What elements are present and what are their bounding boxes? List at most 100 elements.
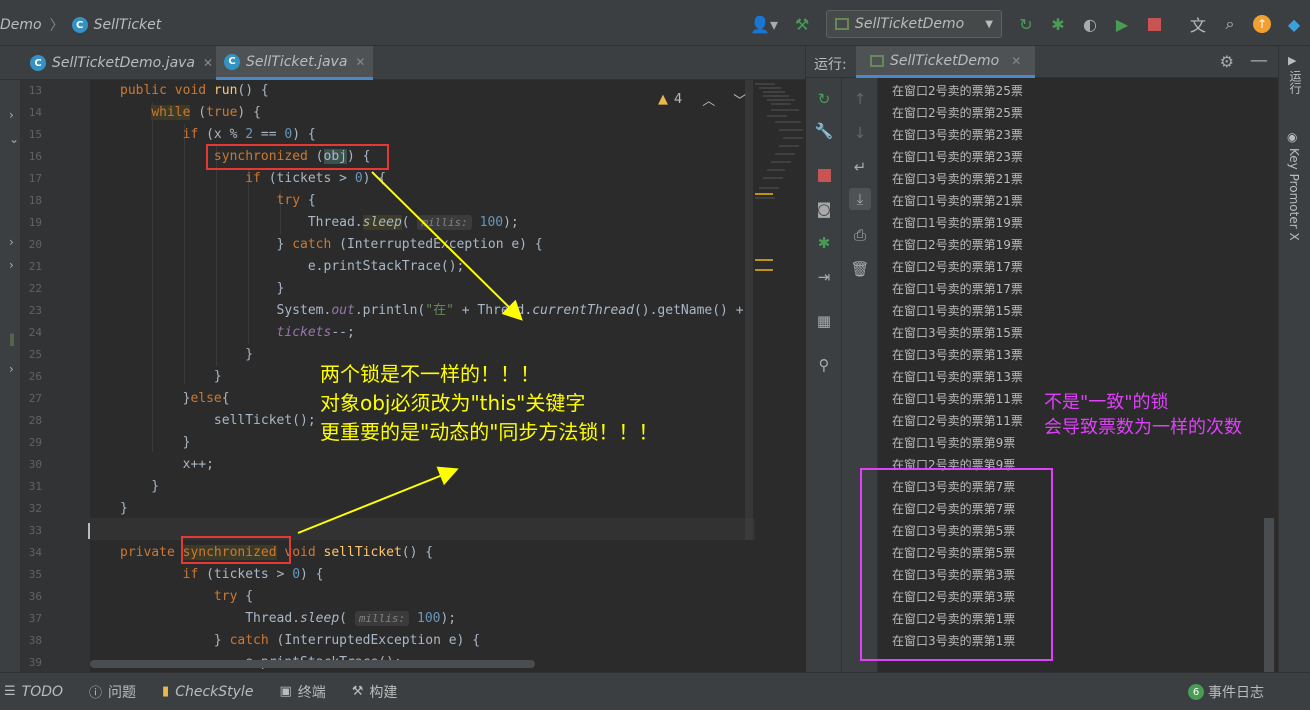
close-icon[interactable]: ✕	[203, 56, 213, 70]
event-log-label: 事件日志	[1208, 685, 1264, 701]
checkstyle-button[interactable]: ▮ CheckStyle	[162, 684, 253, 700]
arrow-down-icon[interactable]: ↓	[849, 122, 871, 144]
code-line-22: }	[120, 281, 285, 296]
debug-bug-icon[interactable]: ✱	[1044, 10, 1072, 38]
build-hammer-icon[interactable]: ⚒	[788, 10, 816, 38]
tab-sellticket[interactable]: C SellTicket.java ✕	[216, 46, 374, 80]
debug-bug-icon[interactable]: ✱	[813, 232, 835, 254]
chevron-right-icon[interactable]: ›	[9, 258, 14, 272]
editor-vertical-scrollbar[interactable]	[745, 80, 753, 540]
chevron-right-icon[interactable]: ›	[9, 108, 14, 122]
code-line-13: public void run() {	[120, 83, 269, 98]
line-number: 38	[28, 634, 42, 647]
annotation-red-box-synchronized	[181, 536, 291, 564]
code-line-23: System.out.println("在" + Thread.currentT…	[120, 303, 744, 318]
wrench-icon[interactable]: 🔧	[813, 120, 835, 142]
trash-icon[interactable]: 🗑	[849, 258, 871, 280]
breadcrumb-project[interactable]: Demo	[0, 17, 42, 33]
problems-label: 问题	[108, 684, 137, 701]
chevron-right-icon[interactable]: ›	[9, 235, 14, 249]
stop-icon[interactable]	[1140, 10, 1168, 38]
scroll-to-end-icon[interactable]: ⤓	[849, 188, 871, 210]
config-icon	[835, 18, 849, 30]
console-line: 在窗口1号卖的票第17票	[892, 282, 1023, 296]
run-tab-sellticketdemo[interactable]: SellTicketDemo ✕	[856, 46, 1036, 78]
code-line-29: }	[120, 435, 191, 450]
chevron-right-icon[interactable]: ›	[9, 362, 14, 376]
close-icon[interactable]: ✕	[1011, 54, 1021, 68]
console-line: 在窗口1号卖的票第9票	[892, 436, 1016, 450]
code-line-26: }	[120, 369, 222, 384]
update-icon[interactable]: ↑	[1248, 10, 1276, 38]
todo-button[interactable]: ☰ TODO	[4, 684, 63, 700]
pin-icon[interactable]: ⚲	[813, 354, 835, 376]
terminal-icon: ▣	[279, 684, 292, 699]
code-line-27: }else{	[120, 391, 230, 406]
code-line-37: Thread.sleep( millis: 100);	[120, 611, 457, 626]
code-line-17: if (tickets > 0) {	[245, 171, 387, 186]
stop-icon[interactable]	[813, 164, 835, 186]
line-number: 20	[28, 238, 42, 251]
terminal-button[interactable]: ▣ 终端	[279, 682, 325, 702]
right-tool-strip: ▶ 运行 ◉ Key Promoter X	[1278, 46, 1310, 672]
tab-sellticketdemo[interactable]: C SellTicketDemo.java ✕	[22, 46, 221, 80]
plugin-logo-icon[interactable]: ◆	[1280, 10, 1308, 38]
run-configuration-select[interactable]: SellTicketDemo ▼	[826, 10, 1002, 38]
console-line: 在窗口3号卖的票第23票	[892, 128, 1023, 142]
line-number: 26	[28, 370, 42, 383]
build-button[interactable]: ⚒ 构建	[352, 682, 398, 702]
chevron-up-icon[interactable]: ︿	[702, 90, 715, 109]
event-log-button[interactable]: 6 事件日志	[1188, 682, 1264, 702]
coverage-icon[interactable]: ◐	[1076, 10, 1104, 38]
inspection-widget[interactable]: ▲ 4 ︿ ﹀	[658, 90, 746, 109]
search-icon[interactable]: ⌕	[1216, 10, 1244, 38]
line-number: 23	[28, 304, 42, 317]
soft-wrap-icon[interactable]: ↵	[849, 156, 871, 178]
annotation-line: 更重要的是"动态的"同步方法锁！！！	[320, 420, 659, 444]
user-icon[interactable]: 👤▾	[744, 10, 784, 38]
console-line: 在窗口2号卖的票第19票	[892, 238, 1023, 252]
rerun-icon[interactable]: ↻	[1012, 10, 1040, 38]
profiler-icon[interactable]: ▶	[1108, 10, 1136, 38]
close-icon[interactable]: ✕	[355, 55, 365, 69]
tool-window-key-promoter[interactable]: Key Promoter X	[1287, 148, 1301, 241]
breadcrumb-file[interactable]: SellTicket	[94, 17, 162, 33]
pause-icon[interactable]: ‖	[9, 332, 15, 346]
gear-icon[interactable]: ⚙	[1220, 52, 1234, 71]
exit-icon[interactable]: ⇥	[813, 266, 835, 288]
console-line: 在窗口1号卖的票第13票	[892, 370, 1023, 384]
navigation-bar: Demo 〉 C SellTicket 👤▾ ⚒ SellTicketDemo …	[0, 0, 1310, 46]
console-line: 在窗口1号卖的票第23票	[892, 150, 1023, 164]
print-icon[interactable]: ⎙	[849, 224, 871, 246]
main-toolbar: 👤▾ ⚒ SellTicketDemo ▼ ↻ ✱ ◐ ▶ 文 ⌕ ↑ ◆	[742, 9, 1310, 39]
console-line: 在窗口2号卖的票第11票	[892, 414, 1023, 428]
warning-count: 4	[674, 92, 683, 107]
run-configuration-label: SellTicketDemo	[855, 16, 965, 32]
status-bar: ☰ TODO ⓘ 问题 ▮ CheckStyle ▣ 终端 ⚒ 构建 6 事件日志	[0, 672, 1310, 710]
info-icon: ⓘ	[89, 686, 103, 701]
code-line-20: } catch (InterruptedException e) {	[120, 237, 543, 252]
annotation-yellow-note: 两个锁是不一样的！！！ 对象obj必须改为"this"关键字 更重要的是"动态的…	[320, 360, 750, 447]
translate-icon[interactable]: 文	[1184, 10, 1212, 38]
editor-horizontal-scrollbar[interactable]	[90, 660, 535, 668]
line-number: 15	[28, 128, 42, 141]
line-number: 21	[28, 260, 42, 273]
line-number: 33	[28, 524, 42, 537]
event-count-badge: 6	[1188, 684, 1204, 700]
chevron-down-icon[interactable]: ⌄	[9, 132, 19, 146]
line-number: 34	[28, 546, 42, 559]
tool-window-run[interactable]: 运行	[1287, 70, 1304, 94]
line-number: 25	[28, 348, 42, 361]
layout-icon[interactable]: ▦	[813, 310, 835, 332]
console-scrollbar[interactable]	[1264, 518, 1274, 672]
rerun-icon[interactable]: ↻	[813, 88, 835, 110]
line-number: 16	[28, 150, 42, 163]
minimize-icon[interactable]: —	[1250, 50, 1268, 71]
run-tab-label: SellTicketDemo	[890, 52, 1000, 69]
build-label: 构建	[369, 684, 398, 701]
camera-icon[interactable]: ◙	[813, 198, 835, 220]
line-number: 19	[28, 216, 42, 229]
arrow-up-icon[interactable]: ↑	[849, 88, 871, 110]
problems-button[interactable]: ⓘ 问题	[89, 682, 136, 702]
hammer-icon: ⚒	[351, 684, 364, 699]
